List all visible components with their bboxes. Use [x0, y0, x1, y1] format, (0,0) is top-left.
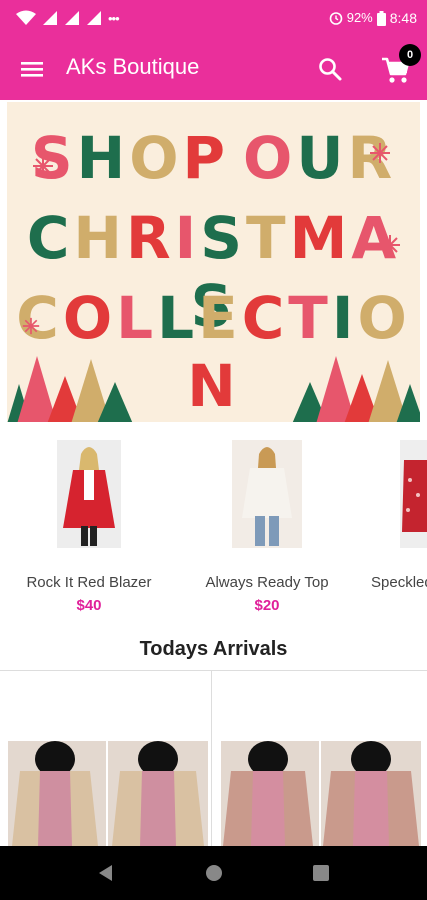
snowflake-icon: [33, 156, 53, 176]
section-title: Todays Arrivals: [139, 638, 288, 660]
banner-letter: I: [174, 204, 201, 272]
clock: 8:48: [389, 10, 417, 26]
battery-percent: 92%: [346, 10, 373, 25]
christmas-trees-right: [292, 356, 420, 422]
product-name: Speckled: [371, 574, 427, 591]
cardigan-photo-2: [213, 671, 427, 846]
product-image: [57, 440, 121, 548]
banner-letter: N: [187, 352, 240, 420]
back-button[interactable]: [94, 861, 118, 885]
banner-letter: C: [241, 284, 289, 352]
christmas-collection-banner[interactable]: SHOP OUR CHRISTMAS COLLECTION: [7, 102, 420, 422]
banner-letter: O: [129, 124, 183, 192]
banner-letter: S: [200, 204, 246, 272]
status-right-icons: 92% 8:48: [329, 10, 417, 26]
arrival-card[interactable]: [0, 671, 212, 846]
status-bar: ••• 92% 8:48: [0, 0, 427, 38]
product-carousel[interactable]: Rock It Red Blazer $40 Always Ready Top …: [0, 428, 427, 614]
search-button[interactable]: [316, 55, 344, 83]
banner-letter: E: [198, 284, 242, 352]
banner-letter: T: [288, 284, 332, 352]
back-icon: [99, 865, 112, 881]
cardigan-photo-1: [0, 671, 211, 846]
status-left-icons: •••: [16, 10, 120, 26]
banner-letter: L: [157, 284, 199, 352]
banner-letter: O: [243, 124, 297, 192]
more-notifications-icon: •••: [108, 10, 120, 26]
snowflake-icon: [380, 235, 400, 255]
product-image: [232, 440, 302, 548]
banner-letter: H: [73, 204, 126, 272]
signal-icon: [87, 11, 101, 25]
banner-letter: C: [26, 204, 74, 272]
alarm-icon: [329, 12, 343, 25]
signal-icon: [65, 11, 79, 25]
system-navigation-bar: [0, 846, 427, 900]
banner-line-1: SHOP OUR: [7, 124, 420, 192]
white-top-photo: [232, 440, 302, 548]
banner-letter: H: [76, 124, 130, 192]
product-image: [400, 440, 427, 548]
arrival-card[interactable]: [213, 671, 427, 846]
app-title: AKs Boutique: [66, 54, 200, 79]
home-button[interactable]: [202, 861, 226, 885]
snowflake-icon: [22, 317, 40, 335]
banner-letter: L: [116, 284, 158, 352]
app-screen: ••• 92% 8:48 AKs Boutique 0 SHOP OUR CHR…: [0, 0, 427, 900]
menu-button[interactable]: [18, 55, 46, 83]
product-name: Always Ready Top: [205, 574, 329, 591]
banner-letter: O: [357, 284, 411, 352]
product-price: $40: [76, 597, 102, 614]
battery-icon: [376, 10, 386, 26]
banner-letter: O: [62, 284, 117, 352]
banner-letter: R: [125, 204, 175, 272]
wifi-icon: [16, 10, 36, 25]
banner-letter: M: [289, 204, 352, 272]
home-icon: [206, 865, 222, 881]
snowflake-icon: [370, 143, 390, 163]
christmas-trees-left: [7, 356, 133, 422]
banner-letter: P: [182, 124, 230, 192]
banner-letter: I: [331, 284, 358, 352]
red-blazer-photo: [57, 440, 121, 548]
search-icon: [319, 58, 342, 81]
hamburger-menu-icon: [21, 62, 43, 77]
banner-letter: U: [296, 124, 348, 192]
recents-button[interactable]: [309, 861, 333, 885]
app-bar: AKs Boutique 0: [0, 38, 427, 100]
speckled-photo: [400, 440, 427, 548]
cart-count-badge: 0: [399, 44, 421, 66]
product-price: $20: [254, 597, 280, 614]
recents-icon: [313, 865, 329, 881]
signal-icon: [43, 11, 57, 25]
product-name: Rock It Red Blazer: [26, 574, 152, 591]
banner-letter: T: [245, 204, 290, 272]
